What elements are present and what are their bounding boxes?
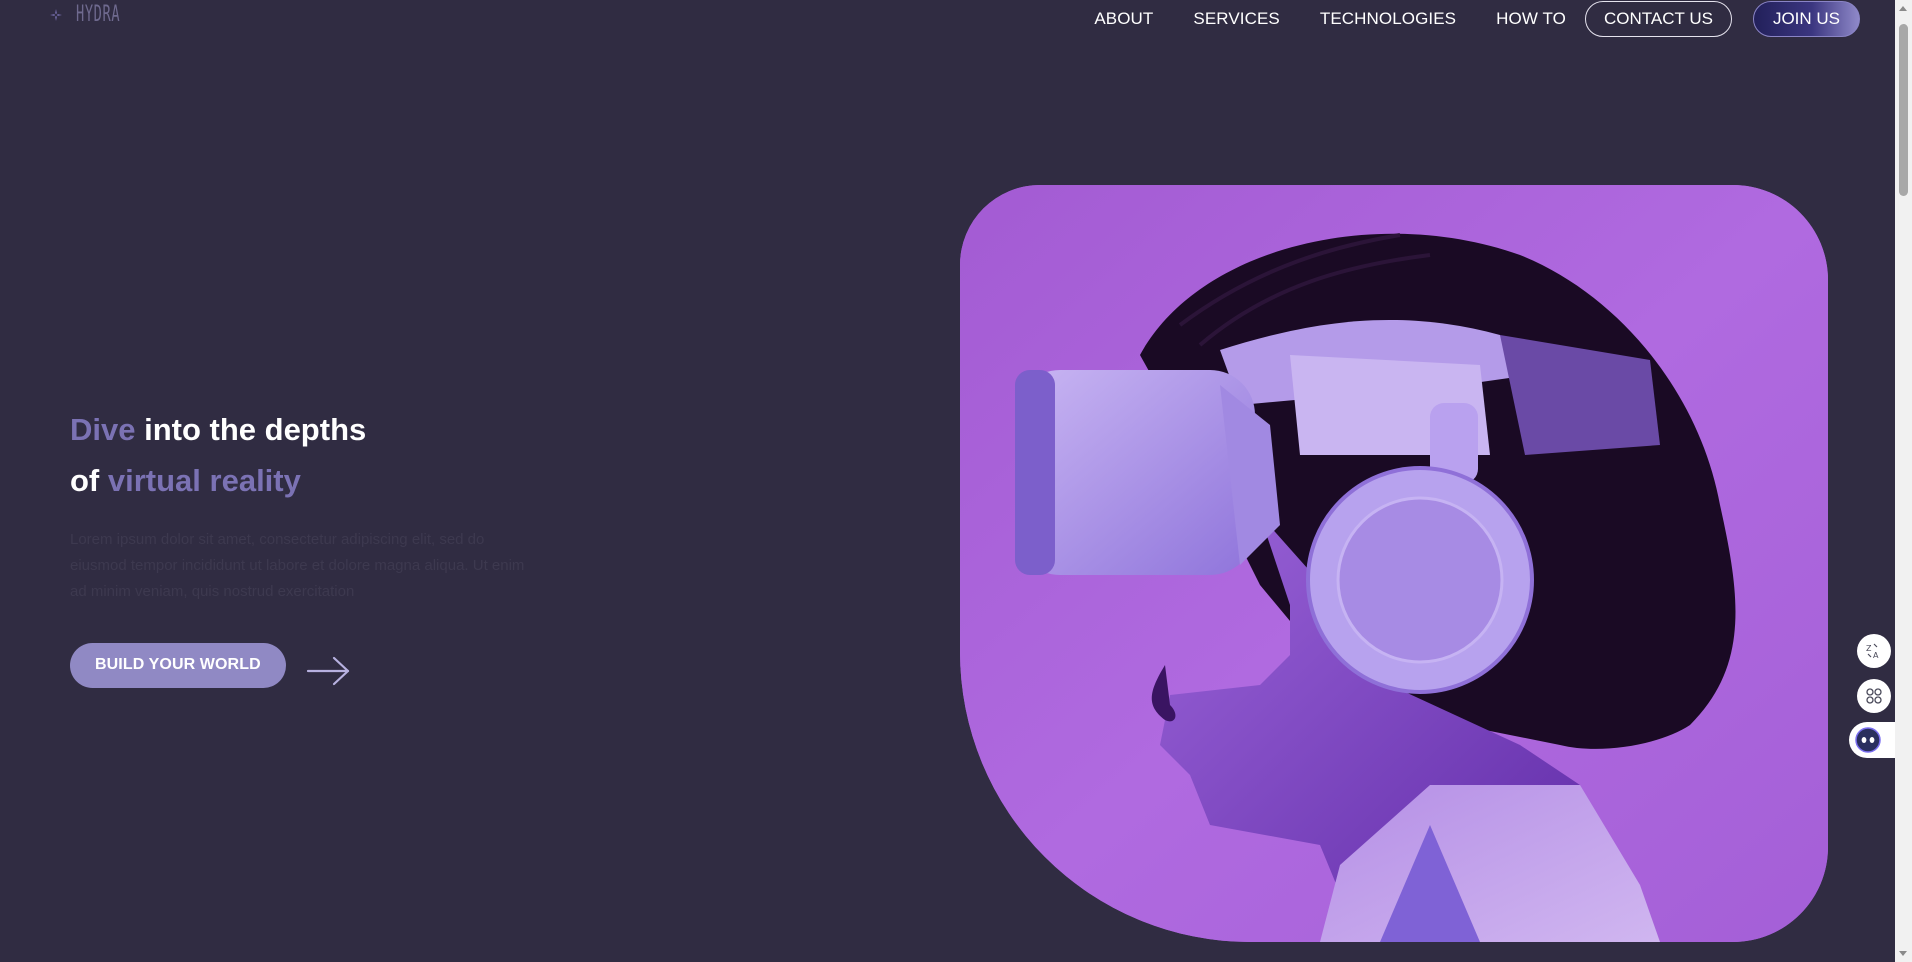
crosshair-star-icon — [48, 7, 64, 23]
contact-us-button[interactable]: CONTACT US — [1585, 1, 1732, 37]
nav-how-to[interactable]: HOW TO — [1496, 9, 1566, 29]
scrollbar-thumb[interactable] — [1899, 24, 1908, 196]
brand-logo[interactable]: HYDRA — [48, 2, 147, 27]
svg-text:A: A — [1873, 651, 1879, 660]
hero-description: Lorem ipsum dolor sit amet, consectetur … — [70, 531, 525, 600]
assistant-bot-icon[interactable] — [1849, 722, 1895, 758]
nav-technologies[interactable]: TECHNOLOGIES — [1320, 9, 1456, 29]
arrow-right-icon[interactable] — [306, 654, 352, 688]
hero-image-vr-person — [960, 185, 1828, 942]
main-nav: ABOUT SERVICES TECHNOLOGIES HOW TO CONTA… — [1094, 0, 1860, 38]
hero-headline: Dive into the depths of virtual reality — [70, 404, 630, 506]
headline-accent-dive: Dive — [70, 412, 136, 447]
page-scrollbar[interactable] — [1895, 0, 1912, 962]
brand-name: HYDRA — [76, 2, 121, 27]
scroll-down-arrow-icon[interactable] — [1899, 951, 1907, 956]
headline-text-of: of — [70, 463, 108, 498]
landing-page: HYDRA ABOUT SERVICES TECHNOLOGIES HOW TO… — [0, 0, 1912, 962]
join-us-button[interactable]: JOIN US — [1752, 1, 1860, 37]
nav-about[interactable]: ABOUT — [1094, 9, 1153, 29]
apps-grid-icon[interactable] — [1857, 679, 1891, 713]
build-your-world-button[interactable]: BUILD YOUR WORLD — [70, 642, 286, 688]
nav-services[interactable]: SERVICES — [1193, 9, 1279, 29]
cta-row: BUILD YOUR WORLD — [70, 642, 352, 688]
headline-accent-vr: virtual reality — [107, 463, 301, 498]
translate-icon[interactable]: Z A — [1857, 634, 1891, 668]
site-header: HYDRA ABOUT SERVICES TECHNOLOGIES HOW TO… — [0, 0, 1894, 38]
scroll-up-arrow-icon[interactable] — [1899, 6, 1907, 11]
headline-text-depths: into the depths — [135, 412, 367, 447]
svg-text:Z: Z — [1866, 644, 1872, 653]
hero-section: Dive into the depths of virtual reality … — [70, 404, 630, 688]
